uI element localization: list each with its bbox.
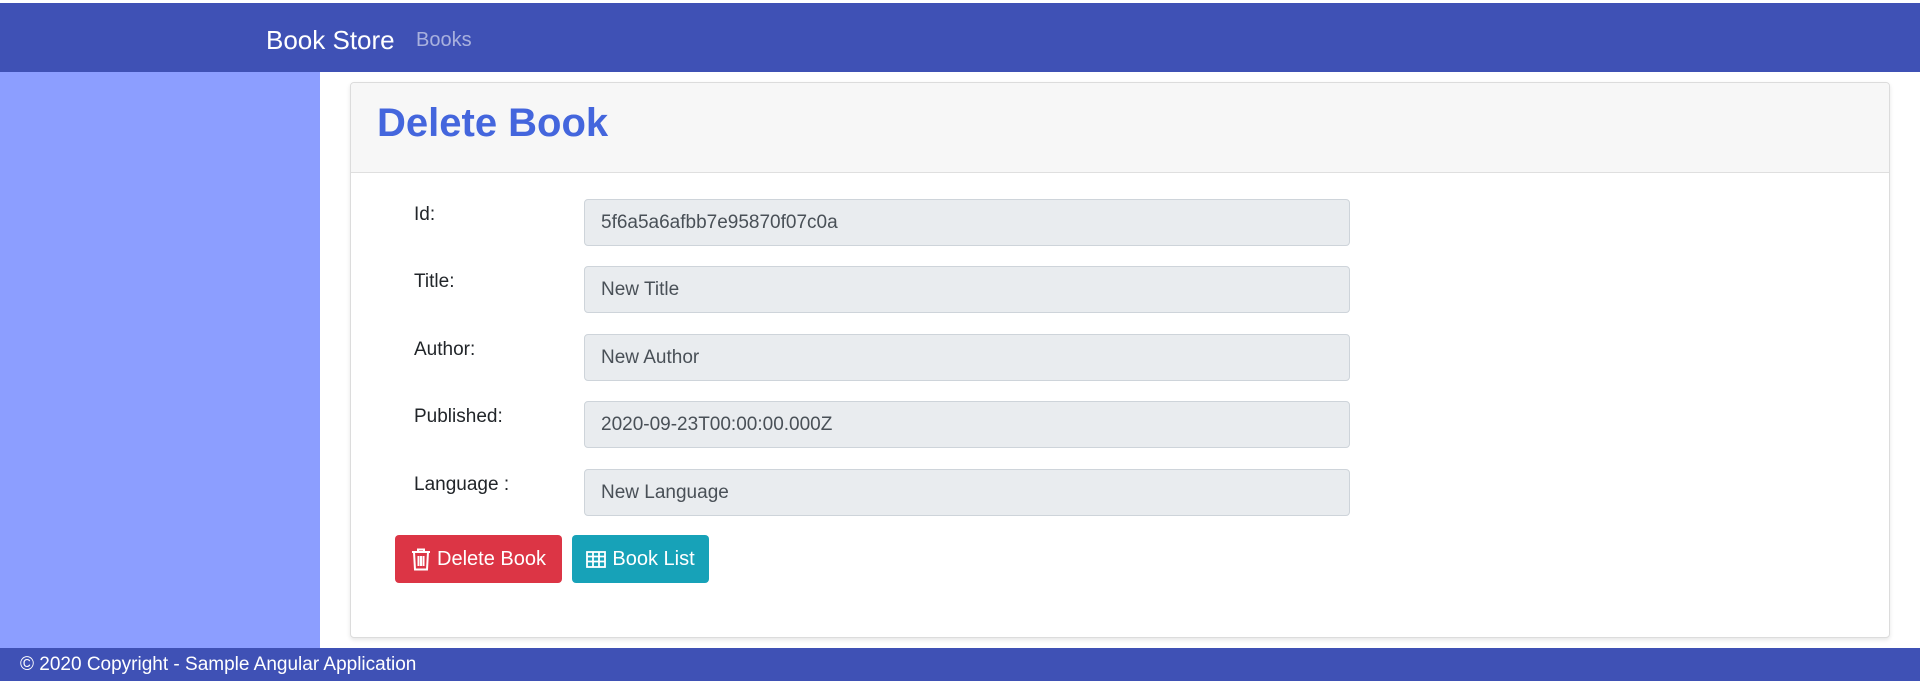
published-label: Published: (414, 406, 503, 427)
published-field[interactable] (584, 401, 1350, 448)
form-row-id: Id: (351, 199, 1889, 247)
title-field[interactable] (584, 266, 1350, 313)
table-icon (586, 550, 607, 568)
language-field[interactable] (584, 469, 1350, 516)
card-header: Delete Book (351, 83, 1889, 173)
delete-book-label: Delete Book (437, 547, 546, 570)
id-field[interactable] (584, 199, 1350, 246)
form-row-language: Language : (351, 469, 1889, 517)
sidebar (0, 72, 320, 648)
delete-book-card: Delete Book Id: Title: Author: Published… (350, 82, 1890, 638)
footer-copyright: © 2020 Copyright - Sample Angular Applic… (20, 654, 417, 675)
title-label: Title: (414, 271, 455, 292)
id-label: Id: (414, 204, 436, 225)
book-list-label: Book List (612, 547, 695, 570)
language-label: Language : (414, 474, 510, 495)
form-row-title: Title: (351, 266, 1889, 314)
brand-link[interactable]: Book Store (266, 25, 395, 56)
book-list-button[interactable]: Book List (572, 535, 709, 583)
navbar: Book Store Books (0, 3, 1920, 72)
page-title: Delete Book (377, 101, 609, 145)
form-row-published: Published: (351, 401, 1889, 449)
author-label: Author: (414, 339, 476, 360)
nav-link-books[interactable]: Books (416, 29, 472, 52)
footer: © 2020 Copyright - Sample Angular Applic… (0, 648, 1920, 681)
author-field[interactable] (584, 334, 1350, 381)
form-row-author: Author: (351, 334, 1889, 382)
trash-icon (411, 548, 431, 571)
delete-book-button[interactable]: Delete Book (395, 535, 562, 583)
